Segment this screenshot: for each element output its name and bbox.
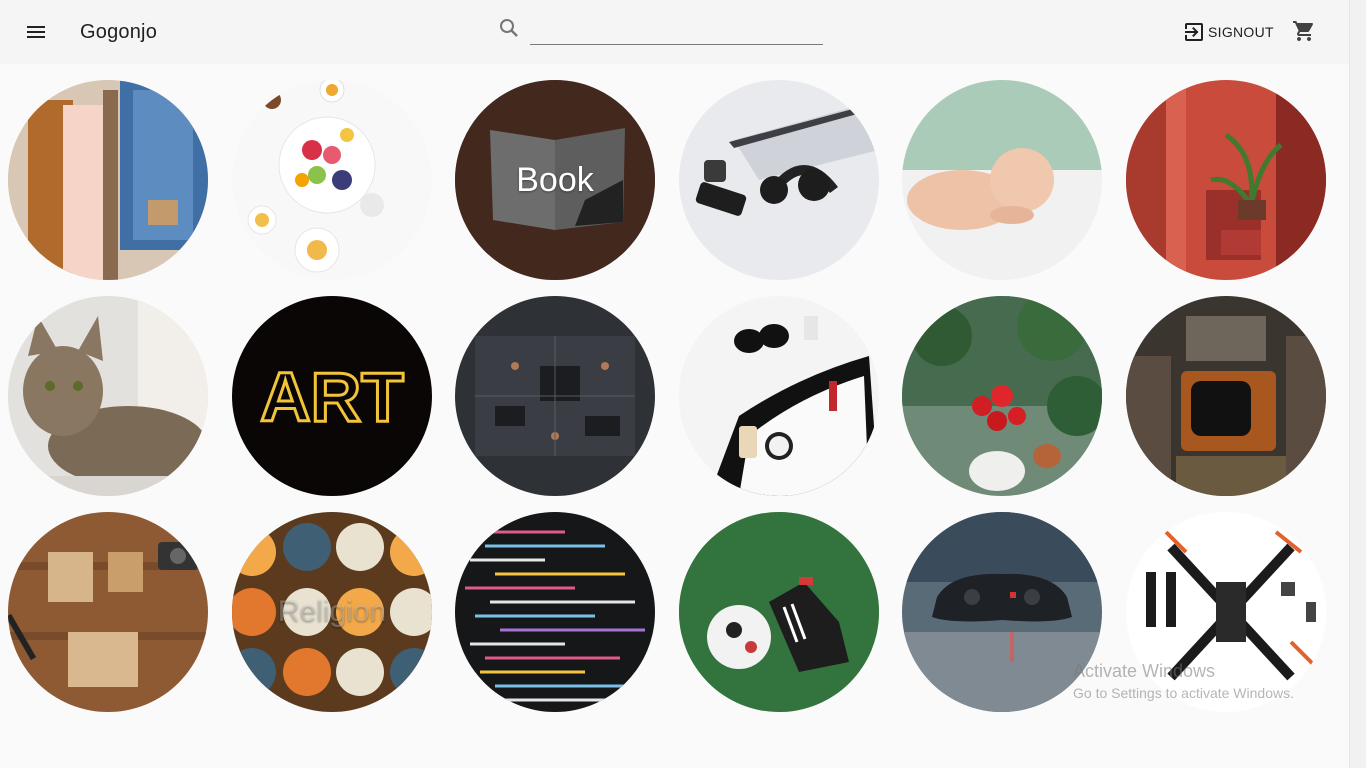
search-icon [497, 16, 521, 40]
watermark-title: Activate Windows [1073, 661, 1216, 681]
category-garden[interactable] [902, 296, 1102, 496]
category-label [679, 512, 879, 712]
app-title[interactable]: Gogonjo [80, 20, 157, 44]
category-pets[interactable] [8, 296, 208, 496]
category-stationery[interactable] [8, 512, 208, 712]
signout-label: SIGNOUT [1208, 24, 1274, 40]
category-label: Religion [277, 595, 387, 628]
category-baby[interactable] [902, 80, 1102, 280]
category-label [8, 296, 208, 496]
category-label [1126, 80, 1326, 280]
menu-button[interactable] [24, 20, 48, 44]
category-clothing[interactable] [8, 80, 208, 280]
category-label [8, 80, 208, 280]
category-label [8, 512, 208, 712]
category-book[interactable]: Book [455, 80, 655, 280]
menu-icon [27, 26, 45, 38]
category-food[interactable] [232, 80, 432, 280]
vertical-scrollbar[interactable] [1349, 0, 1366, 768]
category-hardware[interactable] [455, 296, 655, 496]
category-accessories[interactable] [679, 296, 879, 496]
category-label [902, 80, 1102, 280]
category-label [455, 512, 655, 712]
search-input[interactable] [530, 18, 823, 45]
category-sports[interactable] [679, 512, 879, 712]
category-label [1126, 296, 1326, 496]
category-furniture[interactable] [1126, 80, 1326, 280]
category-electronics[interactable] [679, 80, 879, 280]
shopping-cart-icon [1293, 21, 1314, 41]
category-label [232, 296, 432, 496]
signout-button[interactable]: SIGNOUT [1182, 18, 1274, 46]
category-grid: Book ART Religion [0, 0, 1349, 768]
watermark-subtitle: Go to Settings to activate Windows. [1073, 685, 1294, 701]
exit-to-app-icon [1185, 23, 1203, 41]
category-label: Book [516, 160, 594, 199]
category-label [679, 296, 879, 496]
activate-windows-watermark: Activate Windows Go to Settings to activ… [1073, 661, 1294, 705]
category-label [232, 80, 432, 280]
category-vintage[interactable] [1126, 296, 1326, 496]
category-art[interactable]: ART [232, 296, 432, 496]
category-gaming[interactable] [902, 512, 1102, 712]
cart-button[interactable] [1292, 19, 1316, 43]
category-programming[interactable] [455, 512, 655, 712]
category-label [902, 512, 1102, 712]
app-bar: Gogonjo SIGNOUT [0, 0, 1349, 64]
category-label [679, 80, 879, 280]
category-label [455, 296, 655, 496]
category-label [902, 296, 1102, 496]
category-religion[interactable]: Religion [232, 512, 432, 712]
